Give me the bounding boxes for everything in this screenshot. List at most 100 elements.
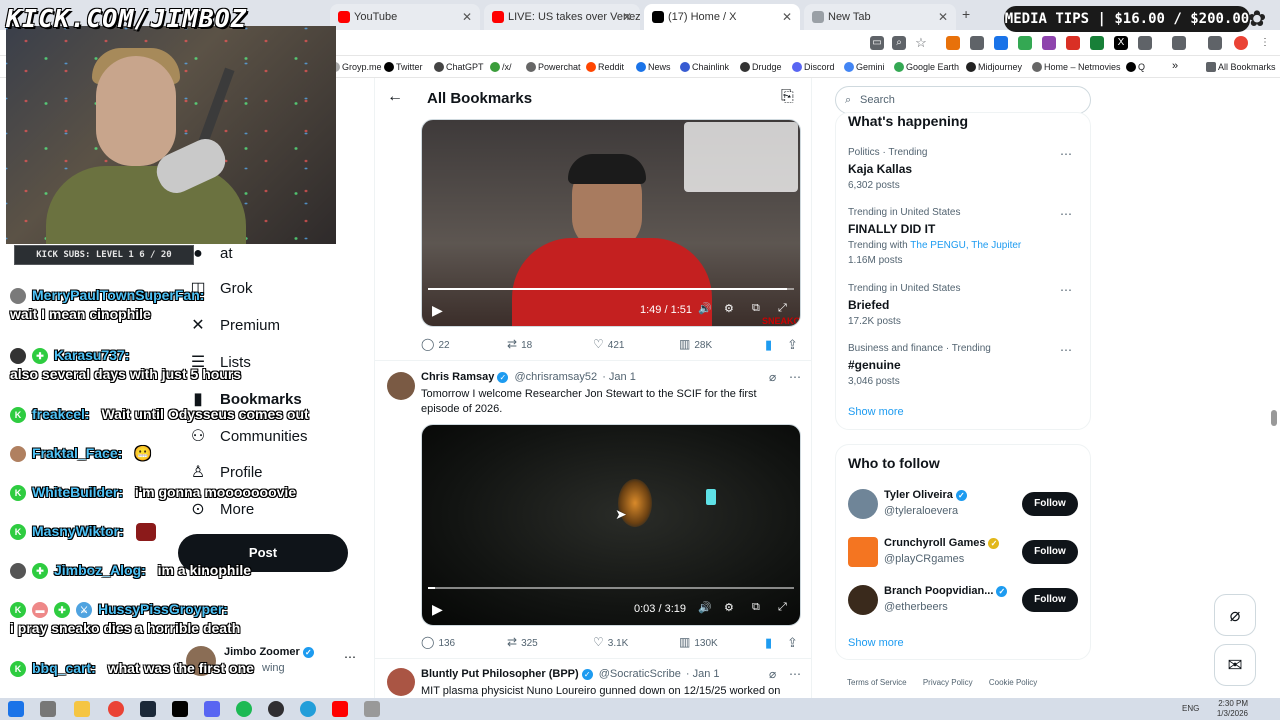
- bookmark-add-icon[interactable]: ⎘: [781, 88, 794, 106]
- trend-item[interactable]: Business and finance · Trending #genuine…: [848, 343, 1080, 387]
- video-progress-track[interactable]: [428, 587, 794, 589]
- tweet-date[interactable]: · Jan 1: [602, 371, 636, 383]
- like-button[interactable]: ♡ 421: [593, 337, 624, 351]
- downloads-icon[interactable]: [1208, 36, 1222, 50]
- tweet-date[interactable]: · Jan 1: [686, 668, 720, 680]
- volume-icon[interactable]: 🔊: [698, 302, 712, 315]
- bookmark-netmovies[interactable]: Home – Netmovies: [1032, 60, 1121, 74]
- extension-grid-icon[interactable]: [1042, 36, 1056, 50]
- zoom-icon[interactable]: ⌕: [892, 36, 906, 50]
- bookmark-toggle-icon[interactable]: ▮: [765, 635, 772, 651]
- trend-item[interactable]: Trending in United States Briefed 17.2K …: [848, 283, 1080, 327]
- account-more-icon[interactable]: ⋯: [344, 650, 356, 664]
- extension-save-icon[interactable]: [994, 36, 1008, 50]
- bookmark-powerchat[interactable]: Powerchat: [526, 60, 581, 74]
- tweet-video[interactable]: ▶ 1:49 / 1:51 🔊 ⚙ ⧉ ⤢ SNEAKO: [421, 119, 801, 327]
- profile-avatar-icon[interactable]: [1234, 36, 1248, 50]
- bookmark-google-earth[interactable]: Google Earth: [894, 60, 959, 74]
- bookmark-toggle-icon[interactable]: ▮: [765, 337, 772, 353]
- follow-button[interactable]: Follow: [1022, 540, 1078, 564]
- footer-link[interactable]: Privacy Policy: [923, 678, 973, 687]
- reply-button[interactable]: ◯ 136: [421, 635, 455, 649]
- new-tab-button[interactable]: +: [962, 6, 970, 22]
- windows-start-icon[interactable]: [8, 701, 24, 717]
- settings-icon[interactable]: ⚙: [724, 302, 734, 315]
- tweet-video[interactable]: ▶ 0:03 / 3:19 🔊 ⚙ ⧉ ⤢: [421, 424, 801, 626]
- task-view-icon[interactable]: [40, 701, 56, 717]
- bookmark-discord[interactable]: Discord: [792, 60, 835, 74]
- bookmarks-overflow-button[interactable]: »: [1172, 60, 1178, 72]
- play-icon[interactable]: ▶: [432, 601, 443, 618]
- trend-item[interactable]: Politics · Trending Kaja Kallas 6,302 po…: [848, 147, 1080, 191]
- steam-icon[interactable]: [140, 701, 156, 717]
- browser-menu-icon[interactable]: ⋮: [1258, 36, 1272, 50]
- author-name[interactable]: Bluntly Put Philosopher (BPP): [421, 668, 579, 680]
- extensions-puzzle-icon[interactable]: [1138, 36, 1152, 50]
- terminal-icon[interactable]: [172, 701, 188, 717]
- telegram-icon[interactable]: [300, 701, 316, 717]
- volume-icon[interactable]: 🔊: [698, 601, 712, 614]
- close-tab-icon[interactable]: ✕: [782, 4, 792, 30]
- file-explorer-icon[interactable]: [74, 701, 90, 717]
- adobe-icon[interactable]: [332, 701, 348, 717]
- views-button[interactable]: ▥ 28K: [679, 337, 712, 351]
- extension-red-icon[interactable]: [1066, 36, 1080, 50]
- trend-more-icon[interactable]: ⋯: [1060, 147, 1072, 161]
- bookmark-chainlink[interactable]: Chainlink: [680, 60, 729, 74]
- tweet-more-icon[interactable]: ⋯: [789, 370, 801, 384]
- share-icon[interactable]: ⇪: [787, 337, 798, 353]
- star-icon[interactable]: ☆: [914, 36, 928, 50]
- trend-item[interactable]: Trending in United States FINALLY DID IT…: [848, 207, 1080, 266]
- side-panel-icon[interactable]: [1172, 36, 1186, 50]
- footer-link[interactable]: Terms of Service: [847, 678, 907, 687]
- bookmark-drudge[interactable]: Drudge: [740, 60, 782, 74]
- trend-with-links[interactable]: The PENGU, The Jupiter: [910, 240, 1021, 251]
- bookmark-x[interactable]: /x/: [490, 60, 512, 74]
- repost-button[interactable]: ⇄ 325: [507, 635, 538, 649]
- input-language[interactable]: ENG: [1182, 704, 1199, 713]
- bookmark-groyp[interactable]: Groyp.me: [330, 60, 382, 74]
- clock[interactable]: 2:30 PM 1/3/2026: [1208, 699, 1248, 719]
- avatar[interactable]: [387, 372, 415, 400]
- bookmark-reddit[interactable]: Reddit: [586, 60, 624, 74]
- pip-icon[interactable]: ⧉: [752, 302, 760, 315]
- extension-x-icon[interactable]: X: [1114, 36, 1128, 50]
- extension-wave-icon[interactable]: [1018, 36, 1032, 50]
- repost-button[interactable]: ⇄ 18: [507, 337, 532, 351]
- app-icon[interactable]: [364, 701, 380, 717]
- share-icon[interactable]: ⇪: [787, 635, 798, 651]
- author-handle[interactable]: @SocraticScribe: [599, 668, 681, 680]
- discord-icon[interactable]: [204, 701, 220, 717]
- close-tab-icon[interactable]: ✕: [938, 4, 948, 30]
- show-more-link[interactable]: Show more: [848, 406, 904, 418]
- spotify-icon[interactable]: [236, 701, 252, 717]
- install-app-icon[interactable]: ▭: [870, 36, 884, 50]
- tab-new-tab[interactable]: New Tab ✕: [804, 4, 956, 30]
- reply-button[interactable]: ◯ 22: [421, 337, 450, 351]
- tab-youtube[interactable]: YouTube ✕: [330, 4, 480, 30]
- author-name[interactable]: Chris Ramsay: [421, 371, 494, 383]
- play-icon[interactable]: ▶: [432, 302, 443, 319]
- grok-icon[interactable]: ⌀: [769, 667, 776, 681]
- grok-icon[interactable]: ⌀: [769, 370, 776, 384]
- pip-icon[interactable]: ⧉: [752, 601, 760, 614]
- extension-fox-icon[interactable]: [946, 36, 960, 50]
- extension-shield-icon[interactable]: [970, 36, 984, 50]
- fullscreen-icon[interactable]: ⤢: [778, 601, 787, 614]
- follow-button[interactable]: Follow: [1022, 588, 1078, 612]
- bookmark-news[interactable]: News: [636, 60, 671, 74]
- bookmark-gemini[interactable]: Gemini: [844, 60, 885, 74]
- close-tab-icon[interactable]: ✕: [622, 4, 632, 30]
- all-bookmarks-folder[interactable]: All Bookmarks: [1206, 60, 1276, 74]
- back-arrow-icon[interactable]: ←: [387, 88, 403, 106]
- chrome-icon[interactable]: [108, 701, 124, 717]
- trend-more-icon[interactable]: ⋯: [1060, 283, 1072, 297]
- messages-floating-button[interactable]: ✉: [1214, 644, 1256, 686]
- tweet-more-icon[interactable]: ⋯: [789, 667, 801, 681]
- search-input[interactable]: ⌕ Search: [835, 86, 1091, 114]
- tab-live-venezuela[interactable]: LIVE: US takes over Venezuela a ✕: [484, 4, 640, 30]
- close-tab-icon[interactable]: ✕: [462, 4, 472, 30]
- scrollbar-thumb[interactable]: [1271, 410, 1277, 426]
- extension-green-icon[interactable]: [1090, 36, 1104, 50]
- bookmark-chatgpt[interactable]: ChatGPT: [434, 60, 484, 74]
